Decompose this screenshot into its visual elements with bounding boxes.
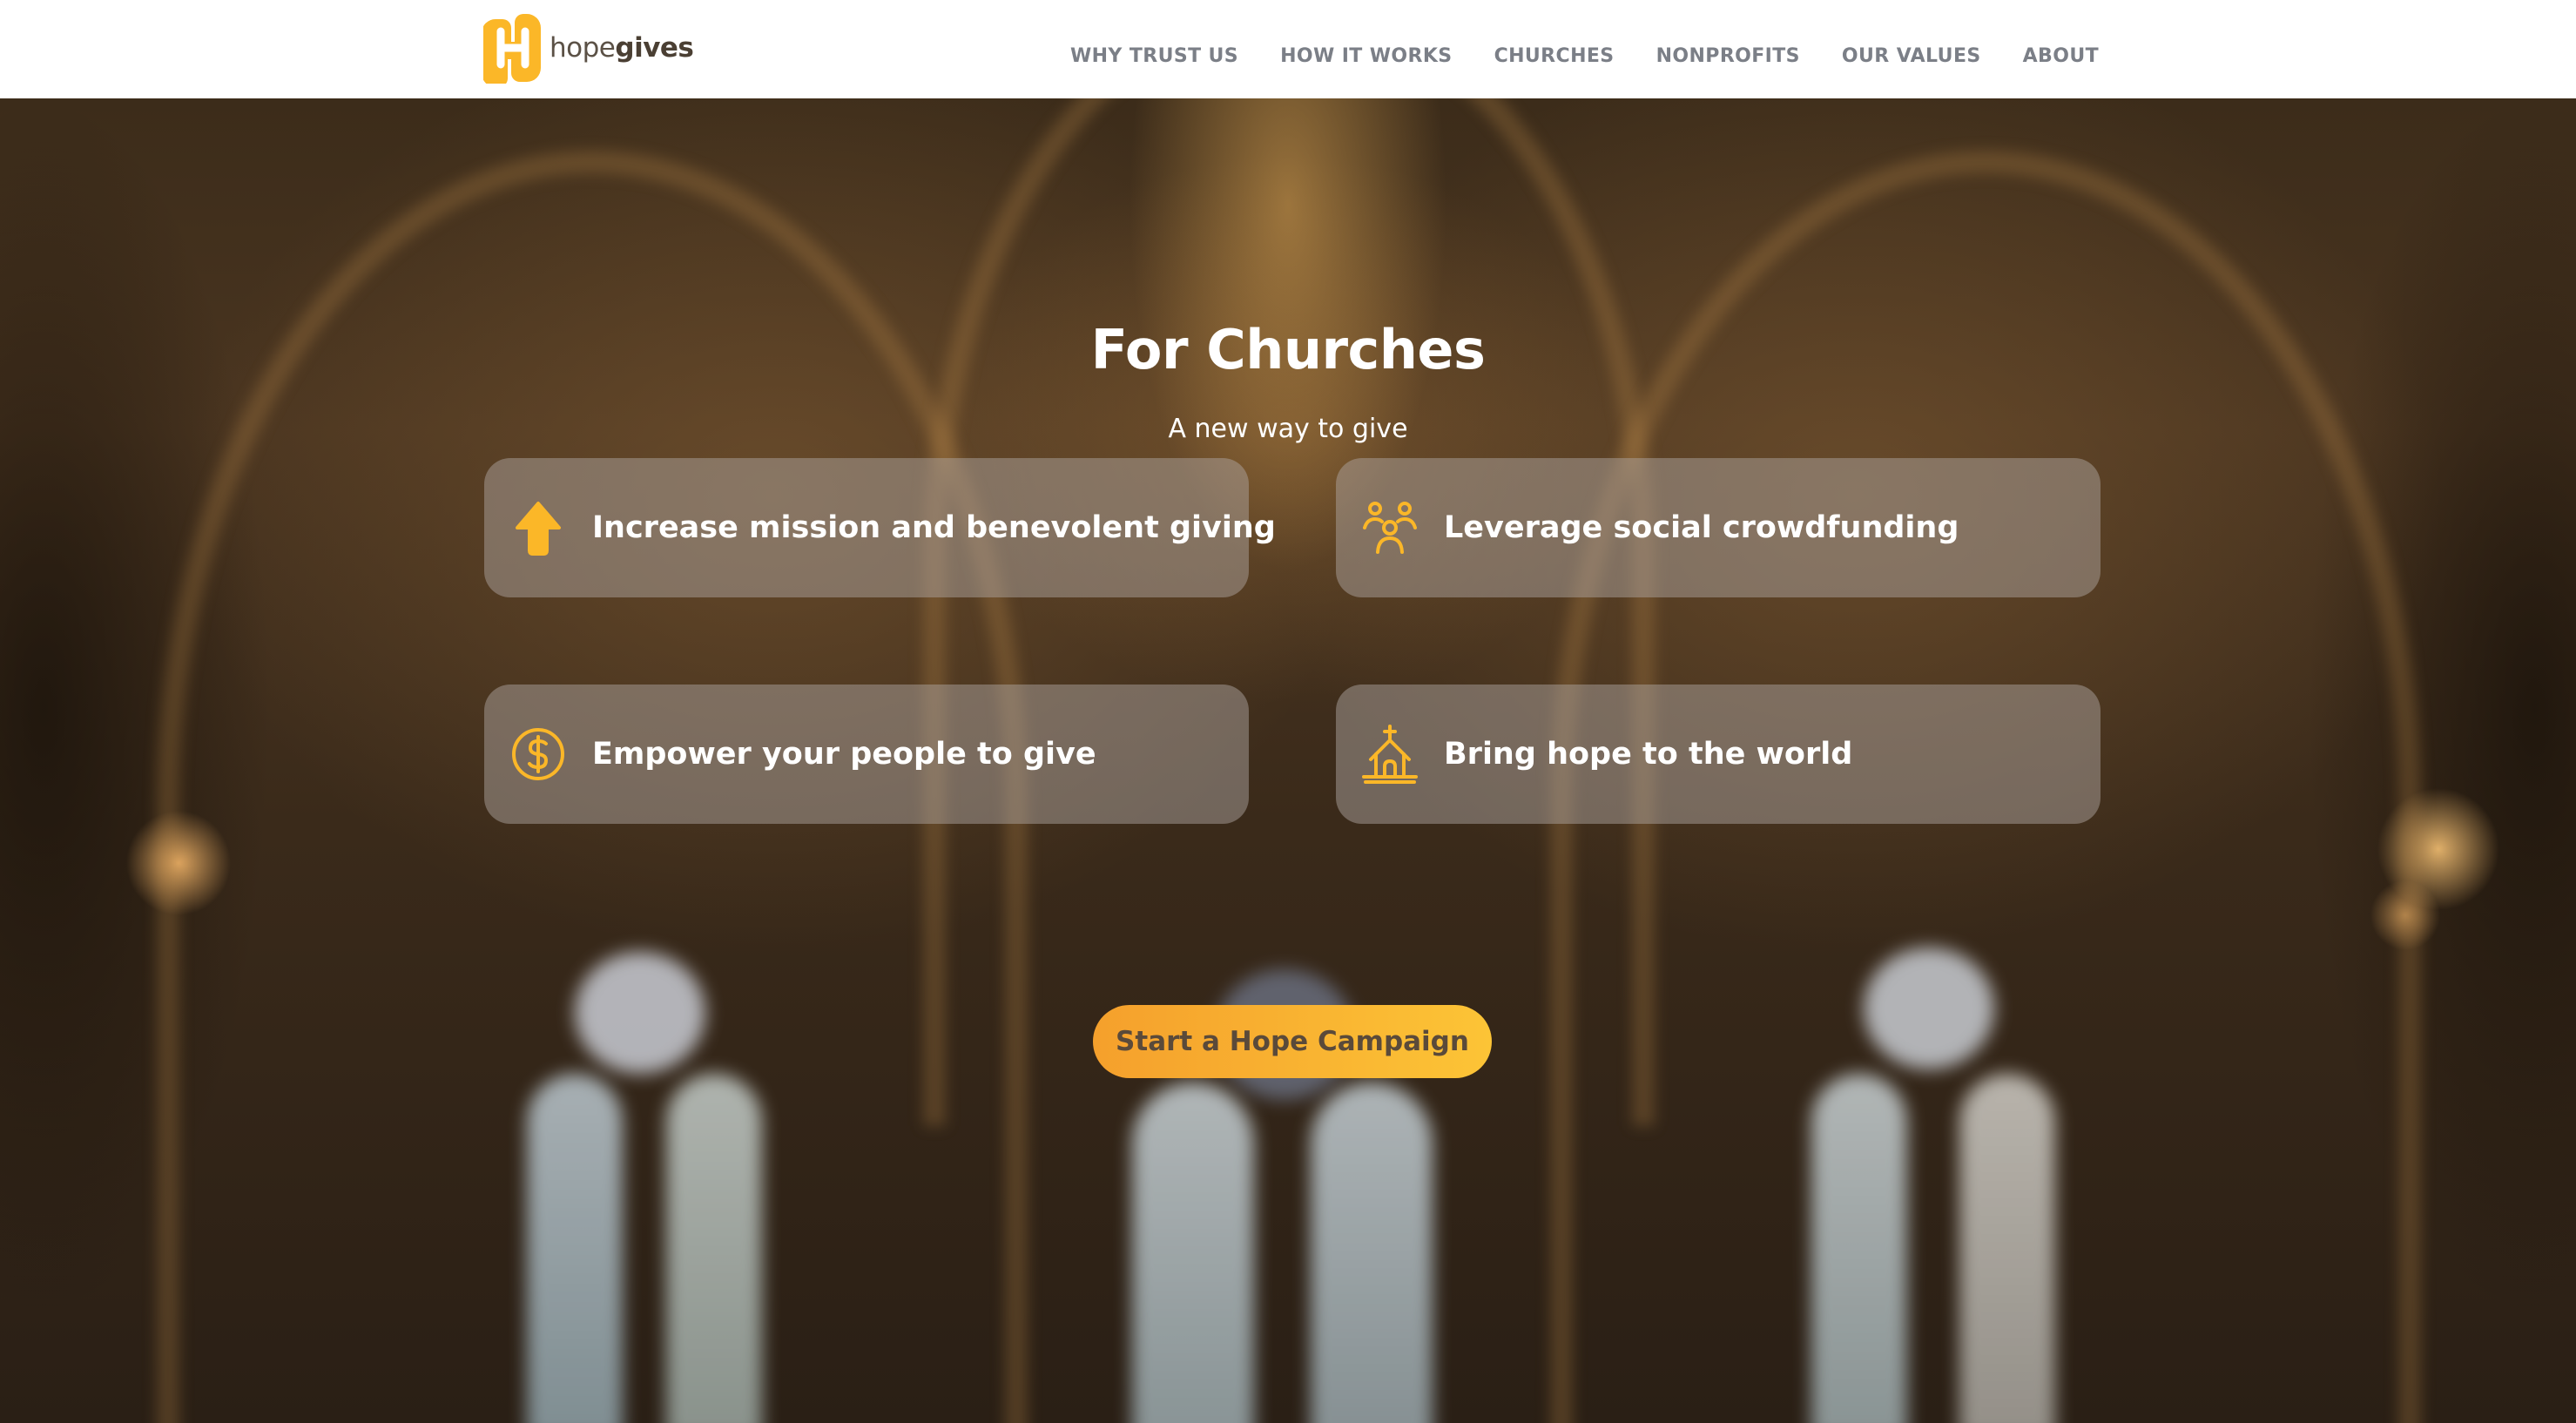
page-title: For Churches: [1090, 318, 1486, 381]
nav-churches[interactable]: CHURCHES: [1494, 45, 1615, 67]
people-group-icon: [1363, 502, 1417, 554]
feature-card-mission-giving: Increase mission and benevolent giving: [484, 458, 1276, 597]
logo-text-bold: gives: [615, 32, 694, 64]
feature-card-label: Empower your people to give: [592, 737, 1096, 772]
dollar-coin-icon: [512, 728, 564, 780]
feature-card-label: Leverage social crowdfunding: [1444, 510, 1959, 545]
feature-card-bring-hope: Bring hope to the world: [1336, 685, 2101, 824]
hero-background-image: [0, 98, 2576, 1423]
main-nav: WHY TRUST US HOW IT WORKS CHURCHES NONPR…: [1070, 43, 2099, 69]
site-header: hopegives WHY TRUST US HOW IT WORKS CHUR…: [0, 0, 2576, 98]
feature-card-crowdfunding: Leverage social crowdfunding: [1336, 458, 2101, 597]
hopegives-logo-icon: [483, 14, 541, 84]
logo-text: hopegives: [550, 32, 694, 64]
nav-our-values[interactable]: OUR VALUES: [1842, 45, 1981, 67]
arrow-up-icon: [516, 502, 561, 556]
feature-card-label: Bring hope to the world: [1444, 737, 1853, 772]
church-icon: [1362, 725, 1418, 784]
nav-why-trust-us[interactable]: WHY TRUST US: [1070, 45, 1238, 67]
hero-section: For Churches A new way to give Increase …: [0, 98, 2576, 1423]
nav-about[interactable]: ABOUT: [2023, 45, 2099, 67]
page-subtitle: A new way to give: [1168, 414, 1408, 444]
feature-card-empower: Empower your people to give: [484, 685, 1249, 824]
start-campaign-button[interactable]: Start a Hope Campaign: [1093, 1005, 1492, 1078]
feature-card-label: Increase mission and benevolent giving: [592, 510, 1276, 545]
nav-nonprofits[interactable]: NONPROFITS: [1656, 45, 1800, 67]
logo-text-light: hope: [550, 32, 616, 64]
nav-how-it-works[interactable]: HOW IT WORKS: [1280, 45, 1453, 67]
logo-link[interactable]: hopegives: [483, 12, 694, 84]
